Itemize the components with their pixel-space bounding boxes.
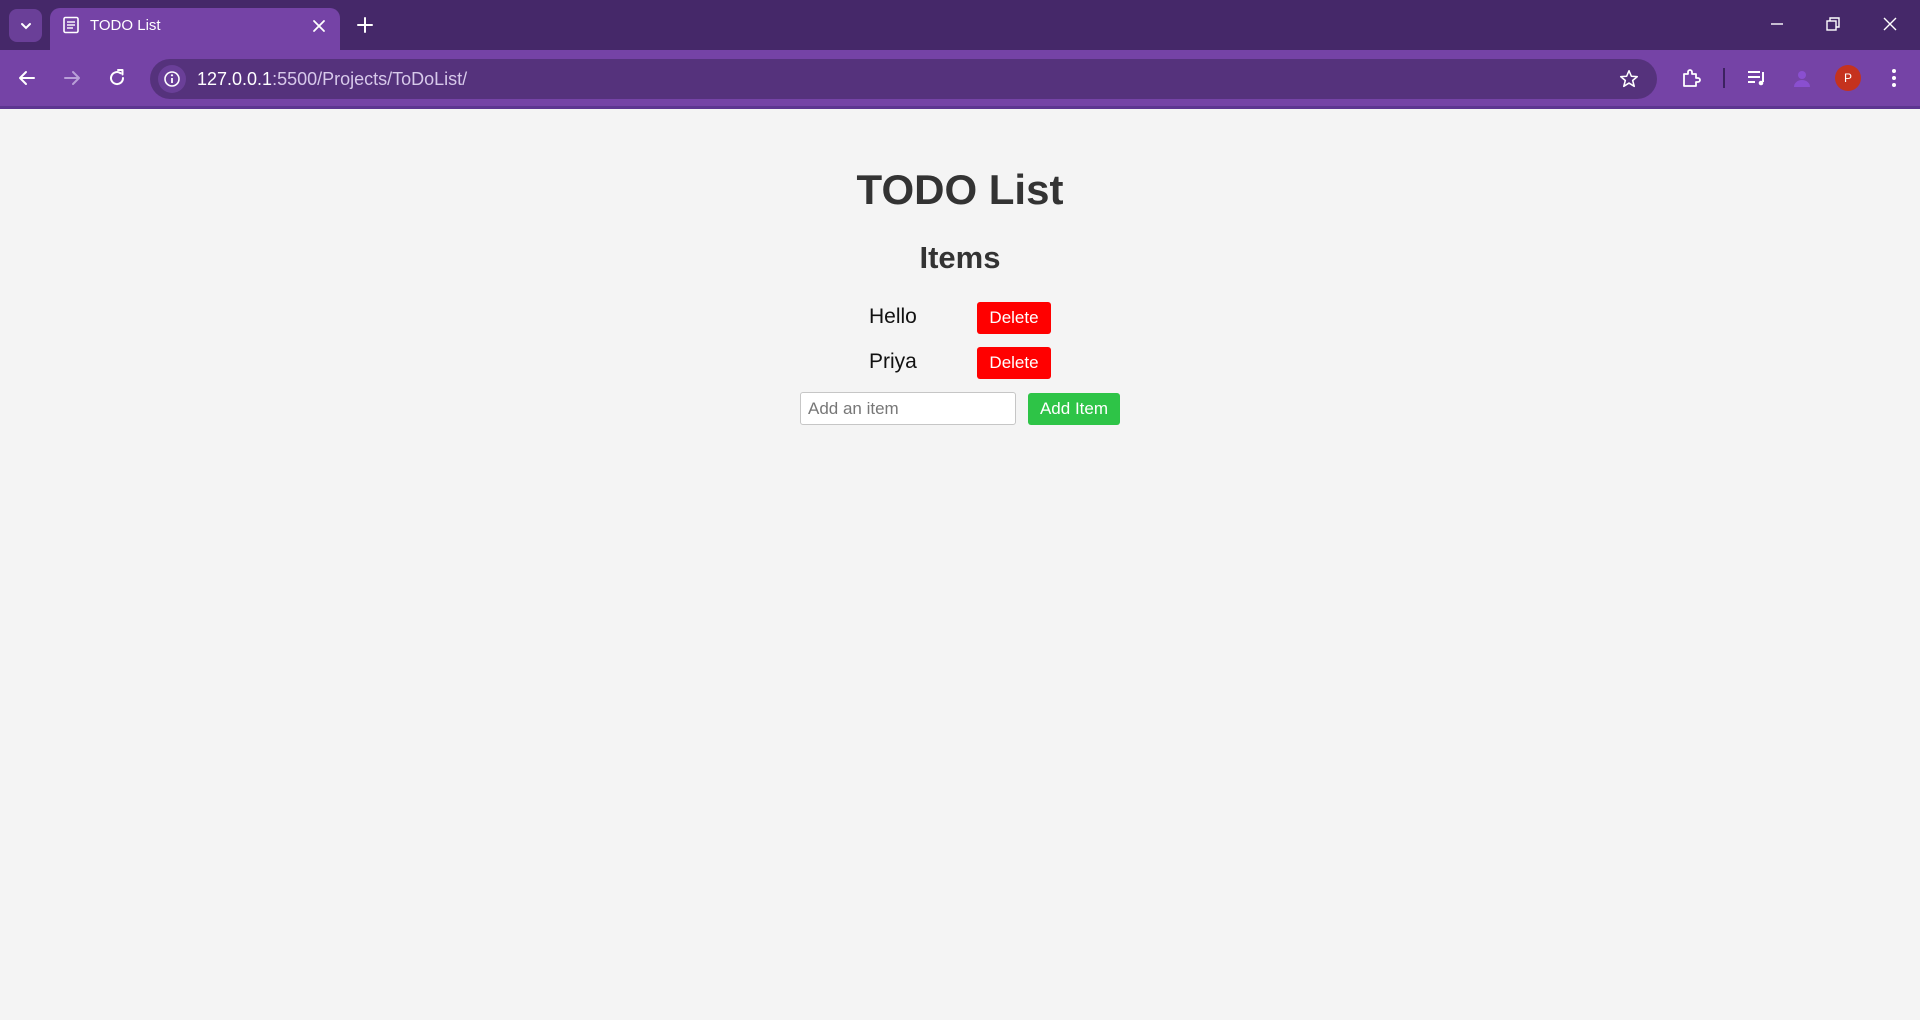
back-icon[interactable] — [15, 66, 39, 90]
profile-avatar[interactable]: P — [1835, 65, 1861, 91]
active-tab[interactable]: TODO List — [50, 8, 340, 50]
toolbar-divider — [1723, 68, 1725, 88]
restore-icon[interactable] — [1823, 14, 1843, 34]
bookmark-star-icon[interactable] — [1618, 68, 1640, 90]
forward-icon[interactable] — [60, 66, 84, 90]
document-icon — [63, 16, 79, 34]
menu-kebab-icon[interactable] — [1882, 66, 1906, 90]
page-title: TODO List — [856, 166, 1064, 213]
info-icon — [164, 71, 180, 87]
delete-button[interactable]: Delete — [977, 347, 1051, 379]
browser-toolbar: 127.0.0.1:5500/Projects/ToDoList/ P — [0, 50, 1920, 107]
extensions-icon[interactable] — [1679, 66, 1703, 90]
new-tab-icon[interactable] — [355, 15, 375, 35]
list-item: Priya Delete — [0, 347, 1920, 381]
delete-button[interactable]: Delete — [977, 302, 1051, 334]
section-title: Items — [919, 240, 1001, 275]
item-text: Priya — [869, 350, 917, 373]
chevron-down-icon — [20, 22, 31, 29]
tab-search-button[interactable] — [9, 9, 42, 42]
close-icon[interactable] — [311, 18, 327, 34]
url-host: 127.0.0.1 — [197, 69, 273, 89]
url-path: :5500/Projects/ToDoList/ — [272, 69, 468, 89]
minimize-icon[interactable] — [1767, 14, 1787, 34]
item-text: Hello — [869, 305, 917, 328]
address-bar[interactable]: 127.0.0.1:5500/Projects/ToDoList/ — [150, 59, 1657, 99]
tab-title: TODO List — [90, 17, 161, 34]
url-text: 127.0.0.1:5500/Projects/ToDoList/ — [197, 69, 467, 90]
list-item: Hello Delete — [0, 302, 1920, 336]
page-content: TODO List Items Hello Delete Priya Delet… — [0, 109, 1920, 1020]
user-silhouette-icon[interactable] — [1790, 66, 1814, 90]
window-close-icon[interactable] — [1880, 14, 1900, 34]
add-item-input[interactable] — [800, 392, 1016, 425]
site-info-button[interactable] — [158, 65, 186, 93]
add-item-button[interactable]: Add Item — [1028, 393, 1120, 425]
tab-strip: TODO List — [0, 0, 1920, 50]
reload-icon[interactable] — [105, 66, 129, 90]
media-controls-icon[interactable] — [1745, 66, 1769, 90]
